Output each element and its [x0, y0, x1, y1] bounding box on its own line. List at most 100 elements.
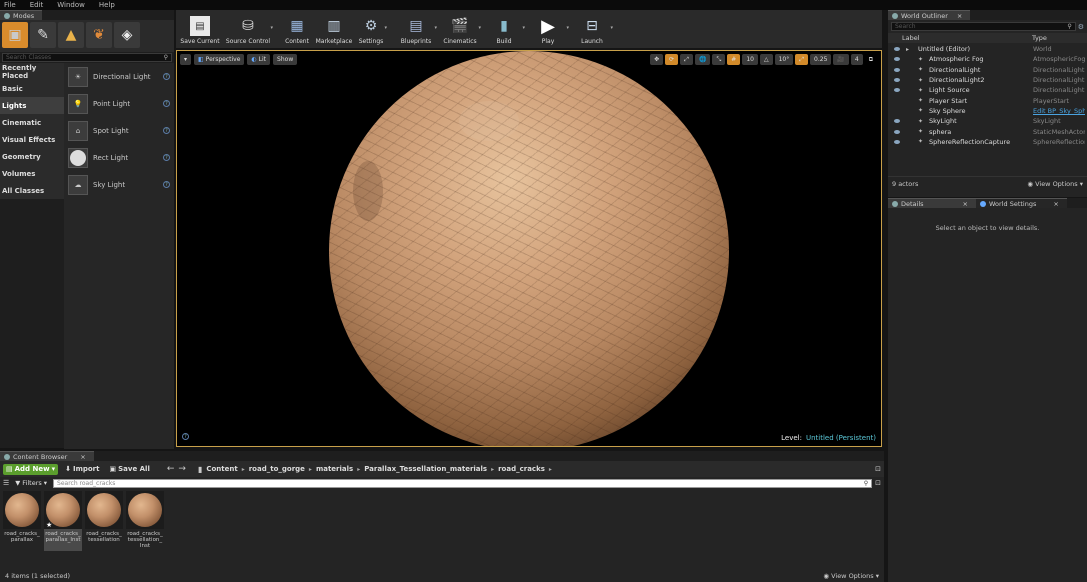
classes-search-input[interactable]: Search Classes ⚲ — [2, 53, 172, 62]
tab-modes[interactable]: Modes — [0, 10, 43, 20]
rotate-icon[interactable]: ⟳ — [665, 54, 679, 65]
foliage-mode-icon[interactable]: ❦ — [86, 22, 112, 48]
content-view-options-button[interactable]: ◉ View Options ▾ — [823, 572, 879, 580]
translate-icon[interactable]: ✥ — [650, 54, 664, 65]
outliner-row[interactable]: SkyLight ✦ SkyLight — [888, 116, 1087, 126]
back-arrow-icon[interactable]: ← — [167, 464, 175, 474]
category-all-classes[interactable]: All Classes — [0, 182, 64, 199]
category-volumes[interactable]: Volumes — [0, 165, 64, 182]
help-icon[interactable]: ? — [163, 127, 170, 134]
cinematics-button[interactable]: 🎬 Cinematics ▾ — [438, 11, 482, 47]
close-icon[interactable]: × — [963, 200, 968, 208]
asset-tile[interactable]: road_cracks_ tessellation_ Inst — [126, 491, 164, 551]
camera-speed-value[interactable]: 4 — [850, 54, 863, 65]
tab-world-settings[interactable]: World Settings × — [976, 198, 1067, 208]
material-preview-sphere[interactable] — [329, 51, 729, 446]
grid-snap-icon[interactable]: # — [727, 54, 741, 65]
outliner-row[interactable]: Untitled (Editor) ▸ World — [888, 44, 1087, 54]
perspective-button[interactable]: ◧ Perspective — [194, 54, 245, 65]
category-recently-placed[interactable]: Recently Placed — [0, 63, 64, 80]
menu-help[interactable]: Help — [99, 1, 115, 9]
asset-search-input[interactable]: Search road_cracks ⚲ — [53, 478, 873, 488]
rotation-snap-value[interactable]: 10° — [774, 54, 794, 65]
help-icon[interactable]: ? — [182, 433, 189, 440]
outliner-row[interactable]: Light Source ✦ DirectionalLight — [888, 85, 1087, 95]
list-item-spot-light[interactable]: ⌂ Spot Light? — [64, 117, 174, 144]
visibility-eye-icon[interactable] — [894, 57, 900, 62]
breadcrumb-content[interactable]: Content — [206, 465, 237, 473]
outliner-view-options-button[interactable]: ◉ View Options ▾ — [1027, 180, 1083, 188]
paint-mode-icon[interactable]: ✎ — [30, 22, 56, 48]
save-current-button[interactable]: ▤ Save Current — [178, 11, 222, 47]
outliner-search-input[interactable]: Search ⚲ — [891, 22, 1076, 31]
visibility-eye-icon[interactable] — [894, 67, 900, 72]
list-item-directional-light[interactable]: ☀ Directional Light? — [64, 63, 174, 90]
add-new-button[interactable]: ▤ Add New ▾ — [3, 463, 59, 475]
list-item-sky-light[interactable]: ☁ Sky Light? — [64, 171, 174, 198]
viewport-options-button[interactable]: ▾ — [180, 54, 191, 65]
lock-icon[interactable]: ⊡ — [875, 465, 881, 473]
help-icon[interactable]: ? — [163, 73, 170, 80]
visibility-eye-icon[interactable] — [894, 88, 900, 93]
blueprints-button[interactable]: ▤ Blueprints ▾ — [394, 11, 438, 47]
surface-snap-icon[interactable]: ⤡ — [712, 54, 726, 65]
world-local-icon[interactable]: 🌐 — [694, 54, 711, 65]
outliner-row[interactable]: SphereReflectionCapture ✦ SphereReflection — [888, 137, 1087, 147]
outliner-row[interactable]: Sky Sphere ✦ Edit BP_Sky_Sph — [888, 106, 1087, 116]
camera-speed-icon[interactable]: 🎥 — [833, 54, 849, 65]
outliner-settings-icon[interactable]: ⚙ — [1078, 23, 1084, 31]
launch-button[interactable]: ⊟ Launch ▾ — [570, 11, 614, 47]
visibility-eye-icon[interactable] — [894, 119, 900, 124]
close-icon[interactable]: × — [1053, 200, 1058, 208]
help-icon[interactable]: ? — [163, 154, 170, 161]
save-search-icon[interactable]: ⊡ — [875, 479, 881, 487]
category-cinematic[interactable]: Cinematic — [0, 114, 64, 131]
scale-icon[interactable]: ⤢ — [680, 54, 693, 65]
landscape-mode-icon[interactable]: ▲ — [58, 22, 84, 48]
list-item-point-light[interactable]: 💡 Point Light? — [64, 90, 174, 117]
save-all-button[interactable]: ▣ Save All — [107, 464, 153, 475]
menu-edit[interactable]: Edit — [30, 1, 44, 9]
tab-world-outliner[interactable]: World Outliner × — [888, 10, 971, 20]
breadcrumb-road-cracks[interactable]: road_cracks — [498, 465, 545, 473]
tab-details[interactable]: Details × — [888, 198, 976, 208]
panel-splitter[interactable] — [884, 10, 888, 582]
lit-button[interactable]: ◐ Lit — [247, 54, 271, 65]
show-button[interactable]: Show — [273, 54, 298, 65]
asset-tile[interactable]: ★ road_cracks_ parallax_Inst — [44, 491, 82, 551]
list-item-rect-light[interactable]: Rect Light? — [64, 144, 174, 171]
marketplace-button[interactable]: ▥ Marketplace — [314, 11, 354, 47]
close-icon[interactable]: × — [80, 453, 85, 461]
category-geometry[interactable]: Geometry — [0, 148, 64, 165]
category-visual-effects[interactable]: Visual Effects — [0, 131, 64, 148]
menu-file[interactable]: File — [4, 1, 16, 9]
help-icon[interactable]: ? — [163, 100, 170, 107]
breadcrumb-road-to-gorge[interactable]: road_to_gorge — [249, 465, 305, 473]
breadcrumb-parallax-tessellation[interactable]: Parallax_Tessellation_materials — [364, 465, 487, 473]
geometry-mode-icon[interactable]: ◈ — [114, 22, 140, 48]
filters-button[interactable]: ▼ Filters ▾ — [12, 478, 50, 489]
source-control-button[interactable]: ⛁ Source Control ▾ — [222, 11, 274, 47]
content-button[interactable]: ▦ Content — [280, 11, 314, 47]
scale-snap-icon[interactable]: ⤢ — [795, 54, 809, 65]
close-icon[interactable]: × — [957, 12, 962, 20]
place-mode-icon[interactable]: ▣ — [2, 22, 28, 48]
outliner-row[interactable]: Atmospheric Fog ✦ AtmosphericFog — [888, 54, 1087, 64]
maximize-icon[interactable]: ⧉ — [865, 54, 877, 65]
settings-button[interactable]: ⚙ Settings ▾ — [354, 11, 388, 47]
category-basic[interactable]: Basic — [0, 80, 64, 97]
import-button[interactable]: ⬇ Import — [62, 464, 102, 475]
folder-icon[interactable]: ▮ — [198, 465, 202, 474]
visibility-eye-icon[interactable] — [894, 78, 900, 83]
visibility-eye-icon[interactable] — [894, 47, 900, 52]
help-icon[interactable]: ? — [163, 181, 170, 188]
asset-tile[interactable]: road_cracks_ tessellation — [85, 491, 123, 551]
visibility-eye-icon[interactable] — [894, 129, 900, 134]
breadcrumb-materials[interactable]: materials — [316, 465, 353, 473]
build-button[interactable]: ▮ Build ▾ — [482, 11, 526, 47]
sources-toggle-icon[interactable]: ☰ — [3, 479, 9, 487]
category-lights[interactable]: Lights — [0, 97, 64, 114]
rotation-snap-icon[interactable]: △ — [759, 54, 773, 65]
column-type[interactable]: Type — [1032, 34, 1047, 42]
column-label[interactable]: Label — [902, 34, 1032, 42]
